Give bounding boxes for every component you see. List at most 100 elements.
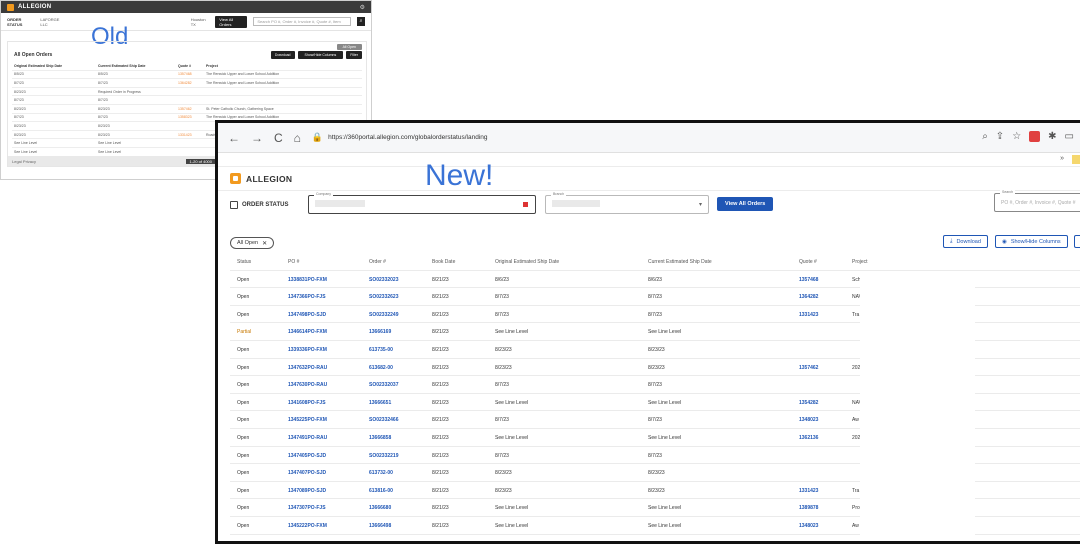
old-cell: 8/7/23 [98,98,108,103]
zoom-icon[interactable]: ⌕ [982,131,988,142]
cell-order-number[interactable]: 613682-00 [369,365,393,371]
cell-po-number[interactable]: 1347405PO-SJD [288,453,326,459]
header-order-number[interactable]: Order # [369,259,386,265]
cell-quote-number[interactable]: 1389878 [799,505,818,511]
header-project[interactable]: Project [852,259,868,265]
old-filter-chip[interactable]: All Open [336,44,362,50]
old-search-input[interactable]: Search PO #, Order #, Invoice #, Quote #… [253,17,352,26]
old-search-icon[interactable]: ⌕ [357,17,365,26]
header-book-date[interactable]: Book Date [432,259,455,265]
cell-po-number[interactable]: 1347089PO-SJD [288,488,326,494]
cell-order-number[interactable]: SO02332037 [369,382,398,388]
view-all-orders-button[interactable]: View All Orders [717,197,774,211]
cell-order-number[interactable]: 13666651 [369,400,391,406]
clear-icon[interactable] [523,202,528,207]
cell-order-number[interactable]: SO02332249 [369,312,398,318]
cell-order-number[interactable]: 13666858 [369,435,391,441]
header-current-ship-date[interactable]: Current Estimated Ship Date [648,259,712,265]
cell-quote-number[interactable]: 1357462 [799,365,818,371]
cell-quote-number[interactable]: 1364282 [799,294,818,300]
puzzle-icon[interactable]: ✱ [1048,131,1056,142]
cell-quote-number[interactable]: 1331423 [799,312,818,318]
old-order-status-tag: ORDER STATUS [7,16,23,27]
old-location[interactable]: Houston TX [191,17,210,27]
cell-po-number[interactable]: 1338831PO-FXM [288,277,327,283]
cell-quote-number[interactable]: 1348023 [799,417,818,423]
old-cell: 8/23/23 [14,123,26,128]
reload-icon[interactable]: C [274,131,283,145]
cell-po-number[interactable]: 1347630PO-RAU [288,382,327,388]
cell-po-number[interactable]: 1339336PO-FXM [288,347,327,353]
extension-icon[interactable] [1029,131,1041,142]
cell-quote-number[interactable]: 1331423 [799,488,818,494]
cell-order-number[interactable]: 613735-00 [369,347,393,353]
cell-po-number[interactable]: 1347498PO-SJD [288,312,326,318]
header-original-ship-date[interactable]: Original Estimated Ship Date [495,259,559,265]
redacted-region [860,273,975,541]
cell-order-number[interactable]: 613816-00 [369,488,393,494]
cell-order-number[interactable]: SO02332023 [369,277,398,283]
download-button[interactable]: ⤓ Download [943,235,988,248]
branch-select[interactable]: Branch ▾ [545,192,709,214]
old-table-row[interactable]: 8/23/23 Required Order in Progress [12,88,362,97]
cell-order-number[interactable]: SO02332219 [369,453,398,459]
old-view-all-button[interactable]: View All Orders [215,15,248,28]
old-cell: 1331423 [178,132,192,137]
forward-icon[interactable]: → [251,131,263,145]
old-filter-button[interactable]: Filter [346,51,362,59]
more-options-button[interactable] [1074,235,1080,248]
cell-po-number[interactable]: 1345225PO-FXM [288,417,327,423]
cell-status: Open [237,487,250,494]
old-footer-links[interactable]: Legal Privacy [12,159,36,164]
cell-quote-number[interactable]: 1362136 [799,435,818,441]
cell-quote-number[interactable]: 1348023 [799,523,818,529]
header-status[interactable]: Status [237,259,251,265]
cell-po-number[interactable]: 1346614PO-FXM [288,329,327,335]
star-icon[interactable]: ☆ [1012,131,1021,142]
search-field[interactable]: Search PO #, Order #, Invoice #, Quote # [994,190,1080,212]
company-field[interactable]: Company [308,192,536,214]
old-settings-icon[interactable]: ⚙ [360,4,365,11]
old-table-row[interactable]: 8/7/23 8/7/23 1364282 The Renwick Upper and… [12,79,362,88]
cell-order-number[interactable]: 13666680 [369,505,391,511]
cell-order-number[interactable]: 13666498 [369,523,391,529]
cell-po-number[interactable]: 1347307PO-FJS [288,505,326,511]
header-quote-number[interactable]: Quote # [799,259,817,265]
share-icon[interactable]: ⇪ [996,131,1004,142]
address-bar[interactable]: 🔒 https://360portal.allegion.com/globalo… [312,128,912,148]
old-download-button[interactable]: Download [270,51,295,59]
cell-po-number[interactable]: 1341608PO-FJS [288,400,326,406]
old-cell: 8/7/23 [98,80,108,85]
cell-current-ship-date: See Line Level [648,399,682,406]
cell-order-number[interactable]: SO02332623 [369,294,398,300]
url-text[interactable]: https://360portal.allegion.com/globalord… [328,134,487,141]
sidebar-icon[interactable]: ▭ [1065,131,1074,142]
cell-po-number[interactable]: 1347407PO-SJD [288,470,326,476]
cell-po-number[interactable]: 1347632PO-RAU [288,365,327,371]
back-icon[interactable]: ← [228,131,240,145]
bookmarks-overflow-icon[interactable]: » [1060,155,1064,162]
cell-order-number[interactable]: SO02332466 [369,417,398,423]
cell-po-number[interactable]: 1347366PO-FJS [288,294,326,300]
cell-order-number[interactable]: 13666169 [369,329,391,335]
chevron-down-icon[interactable]: ▾ [699,201,702,208]
old-pager[interactable]: 1-20 of 4000 [185,158,216,164]
header-po-number[interactable]: PO # [288,259,299,265]
old-table-row[interactable]: 8/23/23 8/23/23 1357462 St. Peter Catholic … [12,105,362,114]
search-input[interactable]: PO #, Order #, Invoice #, Quote # [1001,200,1075,206]
old-table-row[interactable]: 8/7/23 8/7/23 [12,96,362,105]
cell-original-ship-date: 8/7/23 [495,417,509,424]
old-company[interactable]: LAFORGE LLC [40,17,64,27]
cell-po-number[interactable]: 1345222PO-FXM [288,523,327,529]
cell-po-number[interactable]: 1347491PO-RAU [288,435,327,441]
cell-order-number[interactable]: 613732-00 [369,470,393,476]
show-hide-columns-button[interactable]: ◉ Show/Hide Columns [995,235,1068,248]
filter-chip-all-open[interactable]: All Open ✕ [230,237,275,249]
cell-quote-number[interactable]: 1357468 [799,277,818,283]
cell-quote-number[interactable]: 1354282 [799,400,818,406]
home-icon[interactable]: ⌂ [294,131,301,145]
old-table-row[interactable]: 8/5/23 8/5/23 1357468 The Renwick Upper and… [12,71,362,80]
close-icon[interactable]: ✕ [262,240,267,247]
old-showhide-button[interactable]: Show/Hide Columns [297,51,344,59]
bookmark-folder-icon[interactable] [1072,155,1080,164]
